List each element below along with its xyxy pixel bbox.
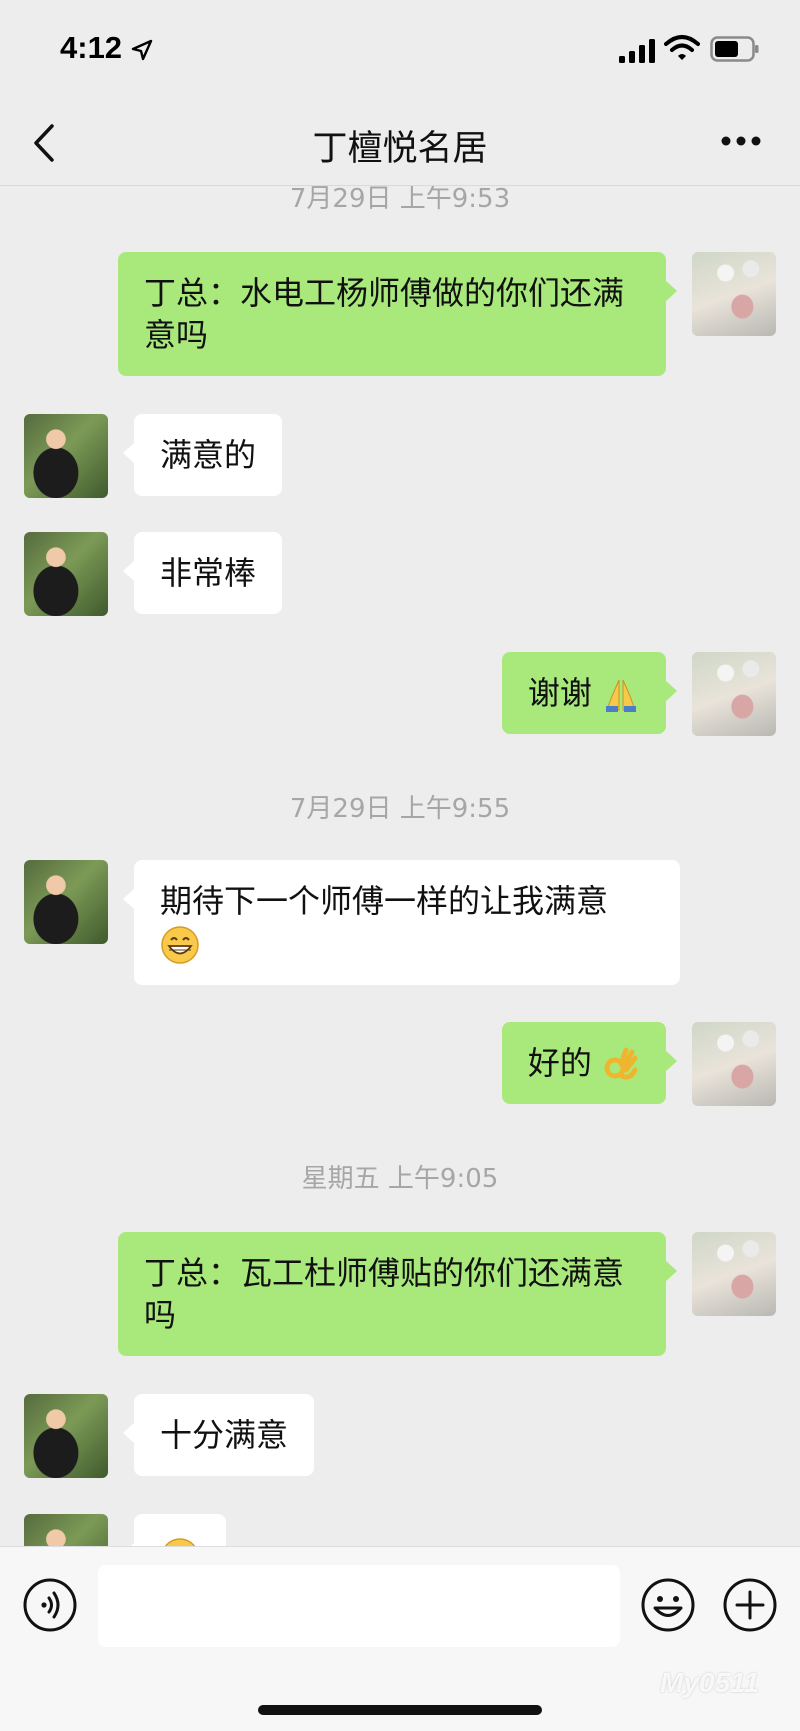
my-avatar[interactable] xyxy=(692,652,776,736)
message-text: 满意的 xyxy=(160,436,257,474)
message-text: 丁总：水电工杨师傅做的你们还满意吗 xyxy=(144,274,625,354)
chat-header: 丁檀悦名居 xyxy=(0,100,800,186)
contact-avatar[interactable] xyxy=(24,1394,108,1478)
message-text: 好的 xyxy=(527,1044,592,1082)
plus-circle-icon[interactable] xyxy=(722,1577,778,1633)
contact-avatar[interactable] xyxy=(24,414,108,498)
my-avatar[interactable] xyxy=(692,1232,776,1316)
contact-avatar[interactable] xyxy=(24,532,108,616)
message-bubble-received[interactable]: 期待下一个师傅一样的让我满意 xyxy=(123,860,680,985)
timestamp: 7月29日 上午9:55 xyxy=(289,794,511,824)
watermark-logo: My0511 xyxy=(660,1667,760,1698)
grinning-face-emoji xyxy=(161,926,199,964)
contact-avatar[interactable] xyxy=(24,860,108,944)
message-text: 丁总：瓦工杜师傅贴的你们还满意吗 xyxy=(144,1254,625,1334)
my-avatar[interactable] xyxy=(692,252,776,336)
more-dots-icon[interactable] xyxy=(720,132,762,150)
my-avatar[interactable] xyxy=(692,1022,776,1106)
message-list[interactable]: 7月29日 上午9:53 丁总：水电工杨师傅做的你们还满意吗 满意的 非常棒 谢… xyxy=(0,186,800,1546)
cellular-signal-icon xyxy=(619,39,655,63)
timestamp: 星期五 上午9:05 xyxy=(301,1164,499,1194)
location-arrow-icon xyxy=(131,39,153,61)
wifi-icon xyxy=(664,35,700,60)
status-bar: 4:12 xyxy=(0,0,800,100)
message-text: 十分满意 xyxy=(160,1416,289,1454)
message-bubble-sent[interactable]: 丁总：瓦工杜师傅贴的你们还满意吗 xyxy=(118,1232,677,1356)
status-time: 4:12 xyxy=(60,30,123,65)
chat-title: 丁檀悦名居 xyxy=(312,129,488,169)
voice-icon[interactable] xyxy=(22,1577,78,1633)
message-bubble-sent[interactable]: 丁总：水电工杨师傅做的你们还满意吗 xyxy=(118,252,677,376)
smiley-face-icon[interactable] xyxy=(640,1577,696,1633)
contact-avatar[interactable] xyxy=(24,1514,108,1546)
timestamp: 7月29日 上午9:53 xyxy=(289,186,511,214)
ok-hand-emoji xyxy=(604,1047,638,1080)
home-indicator[interactable] xyxy=(258,1705,542,1715)
message-text: 非常棒 xyxy=(160,554,257,592)
message-bubble-sent[interactable]: 谢谢 xyxy=(501,652,678,734)
message-bubble-received[interactable]: 十分满意 xyxy=(122,1394,315,1476)
folded-hands-emoji xyxy=(606,679,636,712)
battery-icon xyxy=(710,36,759,62)
message-text: 期待下一个师傅一样的让我满意 xyxy=(160,882,609,920)
message-text: 谢谢 xyxy=(527,674,592,712)
input-bar: My0511 xyxy=(0,1546,800,1731)
message-bubble-received[interactable]: 非常棒 xyxy=(122,532,283,614)
grinning-face-emoji xyxy=(164,1538,196,1546)
message-bubble-received[interactable]: 满意的 xyxy=(122,414,283,496)
message-input[interactable] xyxy=(98,1565,620,1647)
message-bubble-sent[interactable]: 好的 xyxy=(501,1022,678,1104)
message-bubble-received[interactable] xyxy=(123,1514,226,1546)
